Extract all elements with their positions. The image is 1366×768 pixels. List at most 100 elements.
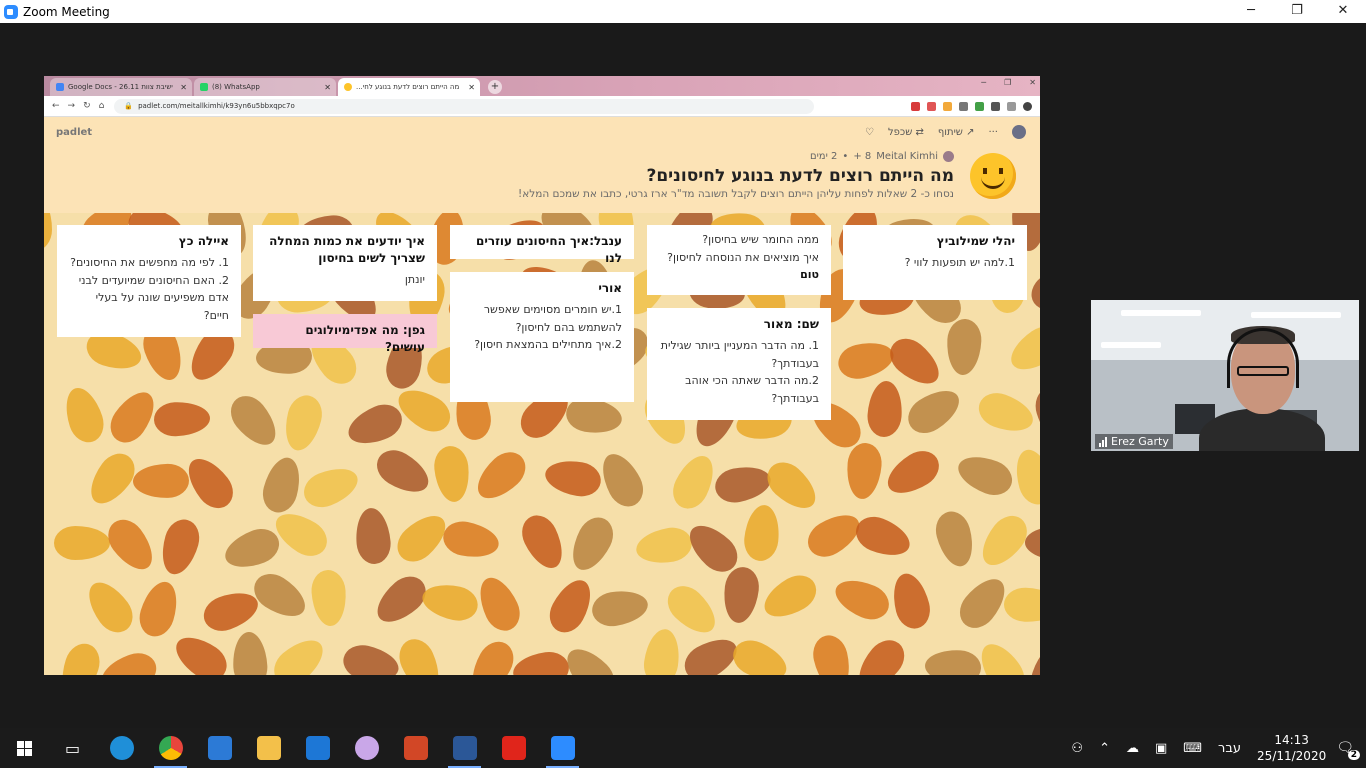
- address-bar[interactable]: 🔒 padlet.com/meitallkimhi/k93yn6u5bbxqpc…: [114, 98, 815, 114]
- leaf-decoration: [340, 641, 403, 675]
- post-line: 1.יש חומרים מסוימים שאפשר להשתמש בהם לחי…: [483, 303, 622, 334]
- extension-icon[interactable]: [927, 101, 936, 111]
- lock-icon: 🔒: [124, 102, 134, 110]
- extension-icon[interactable]: [943, 101, 952, 111]
- taskbar-paint[interactable]: [342, 728, 391, 768]
- leaf-decoration: [258, 453, 306, 517]
- taskbar-store[interactable]: [195, 728, 244, 768]
- post-card[interactable]: ממה החומר שיש בחיסון? איך מוציאים את הנו…: [647, 225, 831, 295]
- post-line: 1. מה הדבר המעניין ביותר שגילית בעבודתך?: [660, 339, 819, 370]
- extension-icon[interactable]: [959, 101, 968, 111]
- new-tab-button[interactable]: +: [488, 80, 502, 94]
- leaf-decoration: [280, 391, 327, 455]
- reload-icon[interactable]: ↻: [83, 101, 91, 111]
- taskbar-word[interactable]: [440, 728, 489, 768]
- leaf-decoration: [469, 444, 534, 508]
- leaf-decoration: [393, 633, 448, 675]
- contributor-count: + 8: [853, 151, 872, 162]
- leaf-decoration: [220, 523, 285, 575]
- post-card[interactable]: איך יודעים את כמות המחלה שצריך לשים בחיס…: [253, 225, 437, 301]
- back-icon[interactable]: ←: [52, 101, 60, 111]
- post-line: 2.מה הדבר שאתה הכי אוהב בעבודתך?: [685, 374, 819, 405]
- leaf-decoration: [880, 443, 947, 503]
- clock[interactable]: 14:13 25/11/2020: [1257, 732, 1326, 764]
- close-tab-icon[interactable]: ✕: [180, 83, 187, 92]
- padlet-emoji-icon: [970, 153, 1016, 199]
- network-icon[interactable]: ☁: [1126, 741, 1139, 756]
- notifications-button[interactable]: 🗨 2: [1336, 740, 1360, 760]
- browser-tab-padlet[interactable]: מה הייתם רוצים לדעת בנוגע לחי... ✕: [338, 78, 480, 96]
- share-button[interactable]: ↗ שיתוף: [938, 127, 975, 138]
- leaf-decoration: [419, 579, 482, 625]
- browser-close-icon[interactable]: ✕: [1029, 78, 1036, 87]
- leaf-decoration: [589, 586, 651, 630]
- leaf-decoration: [515, 509, 571, 575]
- more-button[interactable]: ···: [988, 127, 998, 138]
- language-indicator[interactable]: עבר: [1218, 741, 1241, 756]
- extensions-puzzle-icon[interactable]: [991, 101, 1000, 111]
- leaf-decoration: [97, 647, 162, 675]
- close-tab-icon[interactable]: ✕: [468, 83, 475, 92]
- taskbar-file-explorer[interactable]: [244, 728, 293, 768]
- leaf-decoration: [432, 444, 473, 504]
- post-card[interactable]: שם: מאור 1. מה הדבר המעניין ביותר שגילית…: [647, 308, 831, 420]
- people-icon[interactable]: ⚇: [1071, 741, 1083, 756]
- start-button[interactable]: [0, 728, 48, 768]
- leaf-decoration: [472, 571, 527, 637]
- extension-icon[interactable]: [911, 101, 920, 111]
- leaf-decoration: [850, 632, 913, 675]
- browser-tab-google-docs[interactable]: Google Docs - 26.11 ישיבת צוות ✕: [50, 78, 192, 96]
- display-icon[interactable]: ▣: [1155, 741, 1167, 756]
- taskbar-powerpoint[interactable]: [391, 728, 440, 768]
- post-card[interactable]: איילה כץ 1. לפי מה מחפשים את החיסונים? 2…: [57, 225, 241, 337]
- menu-dots-icon[interactable]: [1023, 101, 1032, 111]
- close-button[interactable]: ✕: [1320, 0, 1366, 23]
- post-card[interactable]: גפן: מה אפדימיולוגים עושים?: [253, 314, 437, 354]
- task-view-button[interactable]: ▭: [48, 728, 97, 768]
- folder-icon: [256, 736, 281, 760]
- heart-icon[interactable]: ♡: [865, 127, 874, 138]
- clock-date: 25/11/2020: [1257, 749, 1327, 763]
- keyboard-icon[interactable]: ⌨: [1183, 741, 1202, 756]
- post-card[interactable]: אורי 1.יש חומרים מסוימים שאפשר להשתמש בה…: [450, 272, 634, 402]
- zoom-titlebar: Zoom Meeting ─ ❐ ✕: [0, 0, 1366, 23]
- forward-icon[interactable]: →: [68, 101, 76, 111]
- browser-tab-whatsapp[interactable]: (8) WhatsApp ✕: [194, 78, 336, 96]
- padlet-title: מה הייתם רוצים לדעת בנוגע לחיסונים?: [646, 166, 954, 186]
- tab-label: (8) WhatsApp: [212, 83, 260, 91]
- mail-icon: [305, 736, 330, 760]
- leaf-decoration: [888, 569, 935, 633]
- extension-icon[interactable]: [1007, 101, 1016, 111]
- chevron-up-icon[interactable]: ⌃: [1099, 741, 1110, 756]
- restore-button[interactable]: ❐: [1274, 0, 1320, 23]
- close-tab-icon[interactable]: ✕: [324, 83, 331, 92]
- dot-separator: •: [842, 151, 849, 162]
- post-line: ממה החומר שיש בחיסון?: [702, 233, 819, 246]
- home-icon[interactable]: ⌂: [99, 101, 105, 111]
- docs-icon: [56, 83, 64, 91]
- participant-video[interactable]: Erez Garty: [1091, 300, 1359, 451]
- browser-restore-icon[interactable]: ❐: [1004, 78, 1011, 87]
- post-card[interactable]: יהלי שמילוביץ 1.למה יש תופעות לווי ?: [843, 225, 1027, 300]
- leaf-decoration: [543, 573, 600, 639]
- leaf-decoration: [370, 443, 437, 501]
- author-name[interactable]: Meital Kimhi: [876, 151, 938, 162]
- minimize-button[interactable]: ─: [1228, 0, 1274, 23]
- padlet-logo[interactable]: padlet: [56, 127, 92, 138]
- acrobat-icon: [501, 736, 526, 760]
- leaf-decoration: [391, 381, 458, 439]
- extensions-area: [911, 101, 1032, 111]
- taskbar-edge[interactable]: [97, 728, 146, 768]
- taskbar-acrobat[interactable]: [489, 728, 538, 768]
- leaf-decoration: [310, 568, 349, 628]
- browser-minimize-icon[interactable]: ─: [981, 78, 986, 87]
- post-line: 1.למה יש תופעות לווי ?: [904, 256, 1015, 269]
- remake-button[interactable]: ⇄ שכפל: [888, 127, 924, 138]
- taskbar-zoom[interactable]: [538, 728, 587, 768]
- leaf-decoration: [59, 383, 110, 447]
- extension-icon[interactable]: [975, 101, 984, 111]
- post-card[interactable]: ענבל:איך החיסונים עוזרים לנו: [450, 225, 634, 265]
- user-avatar[interactable]: [1012, 125, 1026, 139]
- taskbar-mail[interactable]: [293, 728, 342, 768]
- taskbar-chrome[interactable]: [146, 728, 195, 768]
